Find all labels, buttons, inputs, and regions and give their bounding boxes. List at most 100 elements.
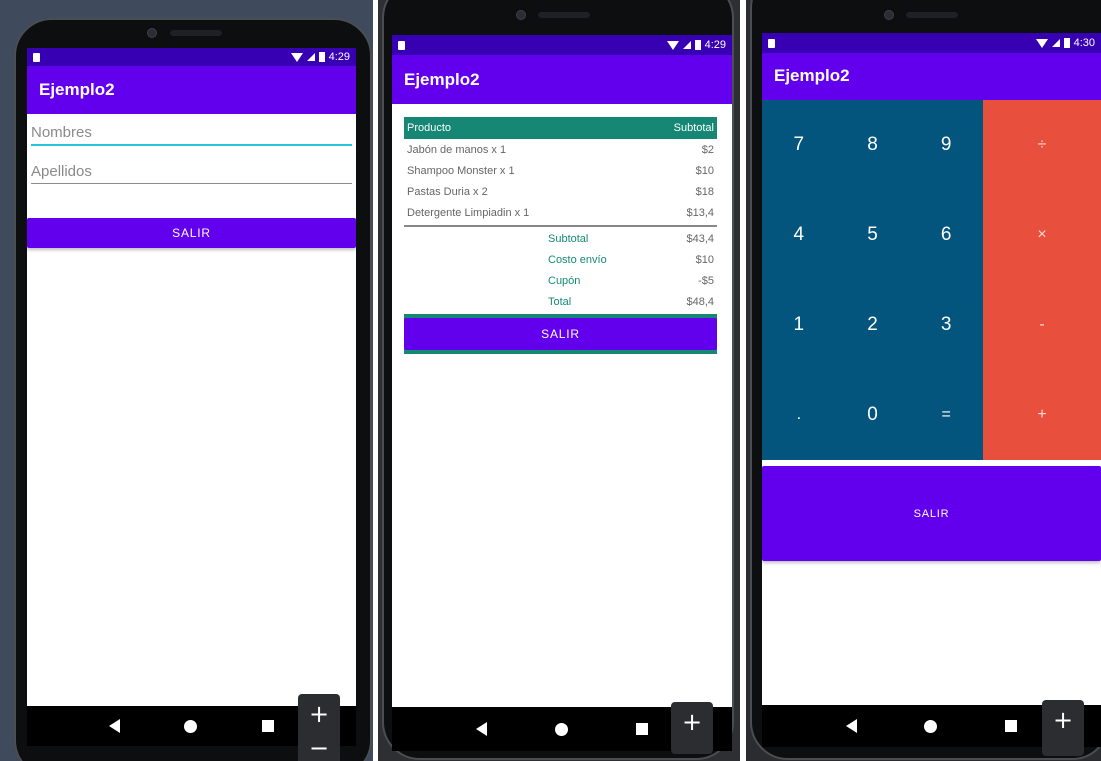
phone-screen-2: 4:29 Ejemplo2 Producto Subtotal Jabón de… (392, 35, 732, 751)
recents-icon[interactable] (636, 723, 648, 735)
salir-label: SALIR (913, 507, 950, 520)
status-time: 4:29 (704, 39, 726, 51)
salir-button[interactable]: SALIR (404, 318, 717, 350)
table-row: Detergente Limpiadin x 1 $13,4 (404, 202, 717, 223)
key-9[interactable]: 9 (909, 100, 983, 190)
app-title: Ejemplo2 (404, 69, 480, 89)
zoom-control: + (1042, 700, 1084, 756)
app-bar: Ejemplo2 (392, 55, 732, 104)
zoom-in-icon[interactable]: + (682, 702, 702, 742)
battery-icon (694, 40, 701, 50)
key-7[interactable]: 7 (762, 100, 836, 190)
salir-label: SALIR (541, 327, 580, 341)
key-4[interactable]: 4 (762, 190, 836, 280)
item-price: $18 (695, 185, 714, 198)
table-row: Shampoo Monster x 1 $10 (404, 160, 717, 181)
apellidos-input[interactable]: Apellidos (31, 163, 352, 184)
back-icon[interactable] (845, 719, 857, 733)
key-equals[interactable]: = (909, 370, 983, 460)
status-bar: 4:29 (27, 48, 356, 66)
phone-speaker (906, 12, 958, 18)
salir-label: SALIR (172, 226, 211, 240)
key-5[interactable]: 5 (836, 190, 910, 280)
key-6[interactable]: 6 (909, 190, 983, 280)
key-3[interactable]: 3 (909, 280, 983, 370)
key-8[interactable]: 8 (836, 100, 910, 190)
key-2[interactable]: 2 (836, 280, 910, 370)
phone-camera (147, 28, 157, 38)
back-icon[interactable] (109, 719, 121, 733)
header-subtotal: Subtotal (673, 122, 714, 134)
item-name: Shampoo Monster x 1 (407, 164, 515, 177)
table-header: Producto Subtotal (404, 117, 717, 139)
zoom-control: + (671, 702, 713, 754)
operator-pad: ÷ × - + (983, 100, 1101, 460)
wifi-icon (1035, 38, 1048, 48)
recents-icon[interactable] (261, 720, 274, 732)
home-icon[interactable] (184, 719, 198, 733)
phone-speaker (170, 30, 222, 36)
key-decimal[interactable]: . (762, 370, 836, 460)
item-price: $13,4 (686, 206, 714, 219)
zoom-control: + − (298, 694, 340, 761)
signal-icon (682, 41, 691, 49)
signal-icon (306, 53, 315, 61)
nombres-placeholder: Nombres (31, 124, 92, 141)
header-producto: Producto (407, 122, 452, 134)
phone-screen-3: 4:30 Ejemplo2 7 8 9 4 5 6 1 2 3 . 0 = ÷ … (762, 33, 1101, 747)
phone-speaker (538, 12, 590, 18)
summary-row: Costo envío $10 (404, 249, 717, 270)
item-name: Detergente Limpiadin x 1 (407, 206, 530, 219)
summary-row: Subtotal $43,4 (404, 228, 717, 249)
summary-value: -$5 (698, 274, 714, 287)
table-row: Jabón de manos x 1 $2 (404, 139, 717, 160)
app-bar: Ejemplo2 (27, 66, 356, 114)
key-subtract[interactable]: - (983, 280, 1101, 370)
status-bar: 4:29 (392, 35, 732, 55)
app-bar: Ejemplo2 (762, 53, 1101, 100)
item-name: Pastas Duria x 2 (407, 185, 488, 198)
app-title: Ejemplo2 (774, 66, 850, 85)
emulator-panel-1: 4:29 Ejemplo2 Nombres Apellidos SALIR + … (0, 0, 373, 761)
nombres-input[interactable]: Nombres (31, 124, 352, 146)
summary-value: $10 (695, 253, 714, 266)
item-name: Jabón de manos x 1 (407, 143, 507, 156)
number-pad: 7 8 9 4 5 6 1 2 3 . 0 = (762, 100, 983, 460)
recents-icon[interactable] (1005, 720, 1018, 732)
key-1[interactable]: 1 (762, 280, 836, 370)
zoom-out-icon[interactable]: − (309, 734, 329, 761)
zoom-in-icon[interactable]: + (309, 694, 329, 734)
summary-label: Subtotal (548, 232, 589, 245)
summary-value: $48,4 (686, 295, 714, 308)
status-bar: 4:30 (762, 33, 1101, 53)
home-icon[interactable] (555, 722, 568, 736)
table-divider (404, 225, 717, 227)
key-0[interactable]: 0 (836, 370, 910, 460)
battery-icon (1063, 38, 1070, 48)
wifi-icon (666, 40, 679, 50)
apellidos-placeholder: Apellidos (31, 163, 92, 180)
battery-icon (318, 52, 325, 62)
item-price: $10 (695, 164, 714, 177)
wifi-icon (290, 52, 303, 62)
emulator-panel-2: 4:29 Ejemplo2 Producto Subtotal Jabón de… (378, 0, 740, 761)
summary-value: $43,4 (686, 232, 714, 245)
emulator-panel-3: 4:30 Ejemplo2 7 8 9 4 5 6 1 2 3 . 0 = ÷ … (746, 0, 1101, 761)
status-time: 4:30 (1073, 37, 1095, 49)
sim-icon (398, 40, 405, 50)
key-divide[interactable]: ÷ (983, 100, 1101, 190)
table-row: Pastas Duria x 2 $18 (404, 181, 717, 202)
sim-icon (768, 38, 775, 48)
back-icon[interactable] (476, 722, 487, 736)
salir-button[interactable]: SALIR (27, 218, 356, 248)
home-icon[interactable] (924, 719, 938, 733)
phone-camera (884, 10, 894, 20)
salir-button[interactable]: SALIR (762, 466, 1101, 561)
summary-label: Cupón (548, 274, 581, 287)
phone-screen-1: 4:29 Ejemplo2 Nombres Apellidos SALIR (27, 48, 356, 746)
zoom-in-icon[interactable]: + (1053, 700, 1073, 740)
phone-camera (516, 10, 526, 20)
key-add[interactable]: + (983, 370, 1101, 460)
status-time: 4:29 (328, 51, 350, 63)
key-multiply[interactable]: × (983, 190, 1101, 280)
